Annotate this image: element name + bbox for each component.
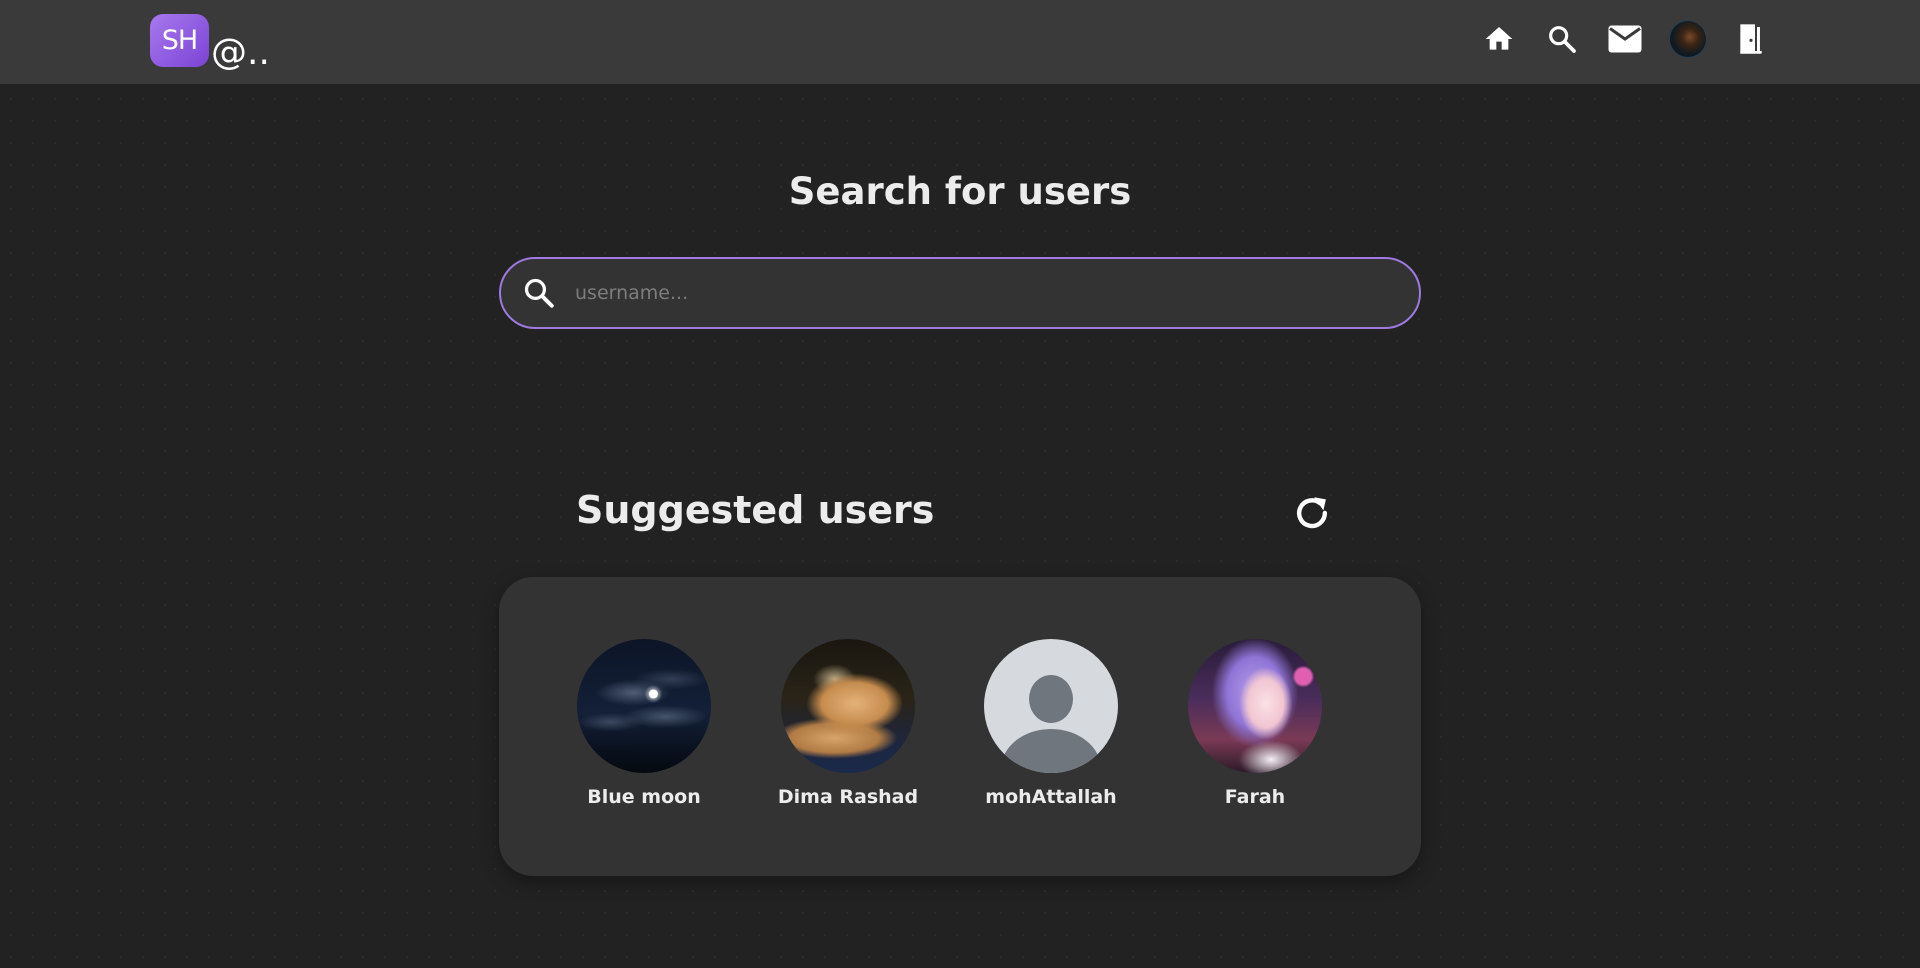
search-icon [1549,26,1576,53]
default-avatar-icon [984,639,1118,773]
logout-button[interactable] [1732,20,1770,58]
home-button[interactable] [1480,20,1518,58]
search-input[interactable] [573,268,1389,318]
profile-avatar [1669,20,1707,58]
suggested-title: Suggested users [576,488,935,532]
user-avatar [781,639,915,773]
logout-door-icon [1740,24,1762,54]
user-card[interactable]: Dima Rashad [758,639,938,808]
search-nav-button[interactable] [1543,20,1581,58]
top-navbar: SH @.. [0,0,1920,84]
user-avatar [1188,639,1322,773]
home-icon [1485,27,1513,50]
avatar-body [1001,729,1101,773]
mail-icon [1608,25,1642,53]
avatar-head [1029,675,1073,723]
user-name: Farah [1224,786,1286,808]
search-box[interactable] [499,257,1421,329]
app-logo[interactable]: SH @.. [150,14,270,71]
profile-button[interactable] [1669,20,1707,58]
user-name: Dima Rashad [777,786,919,808]
logo-badge: SH [150,14,209,67]
user-card[interactable]: Farah [1165,639,1345,808]
search-icon [521,275,557,311]
user-card[interactable]: Blue moon [554,639,734,808]
nav-icons [1455,20,1770,58]
refresh-icon [1296,497,1328,529]
suggested-header: Suggested users [576,485,1336,543]
search-title: Search for users [788,170,1132,213]
logo-suffix: @.. [211,32,270,73]
user-name: mohAttallah [985,786,1117,808]
refresh-button[interactable] [1288,489,1336,537]
user-card[interactable]: mohAttallah [961,639,1141,808]
suggested-users-card: Blue moon Dima Rashad mohAttallah Farah [499,577,1421,876]
messages-button[interactable] [1606,20,1644,58]
user-avatar [577,639,711,773]
user-name: Blue moon [587,786,701,808]
